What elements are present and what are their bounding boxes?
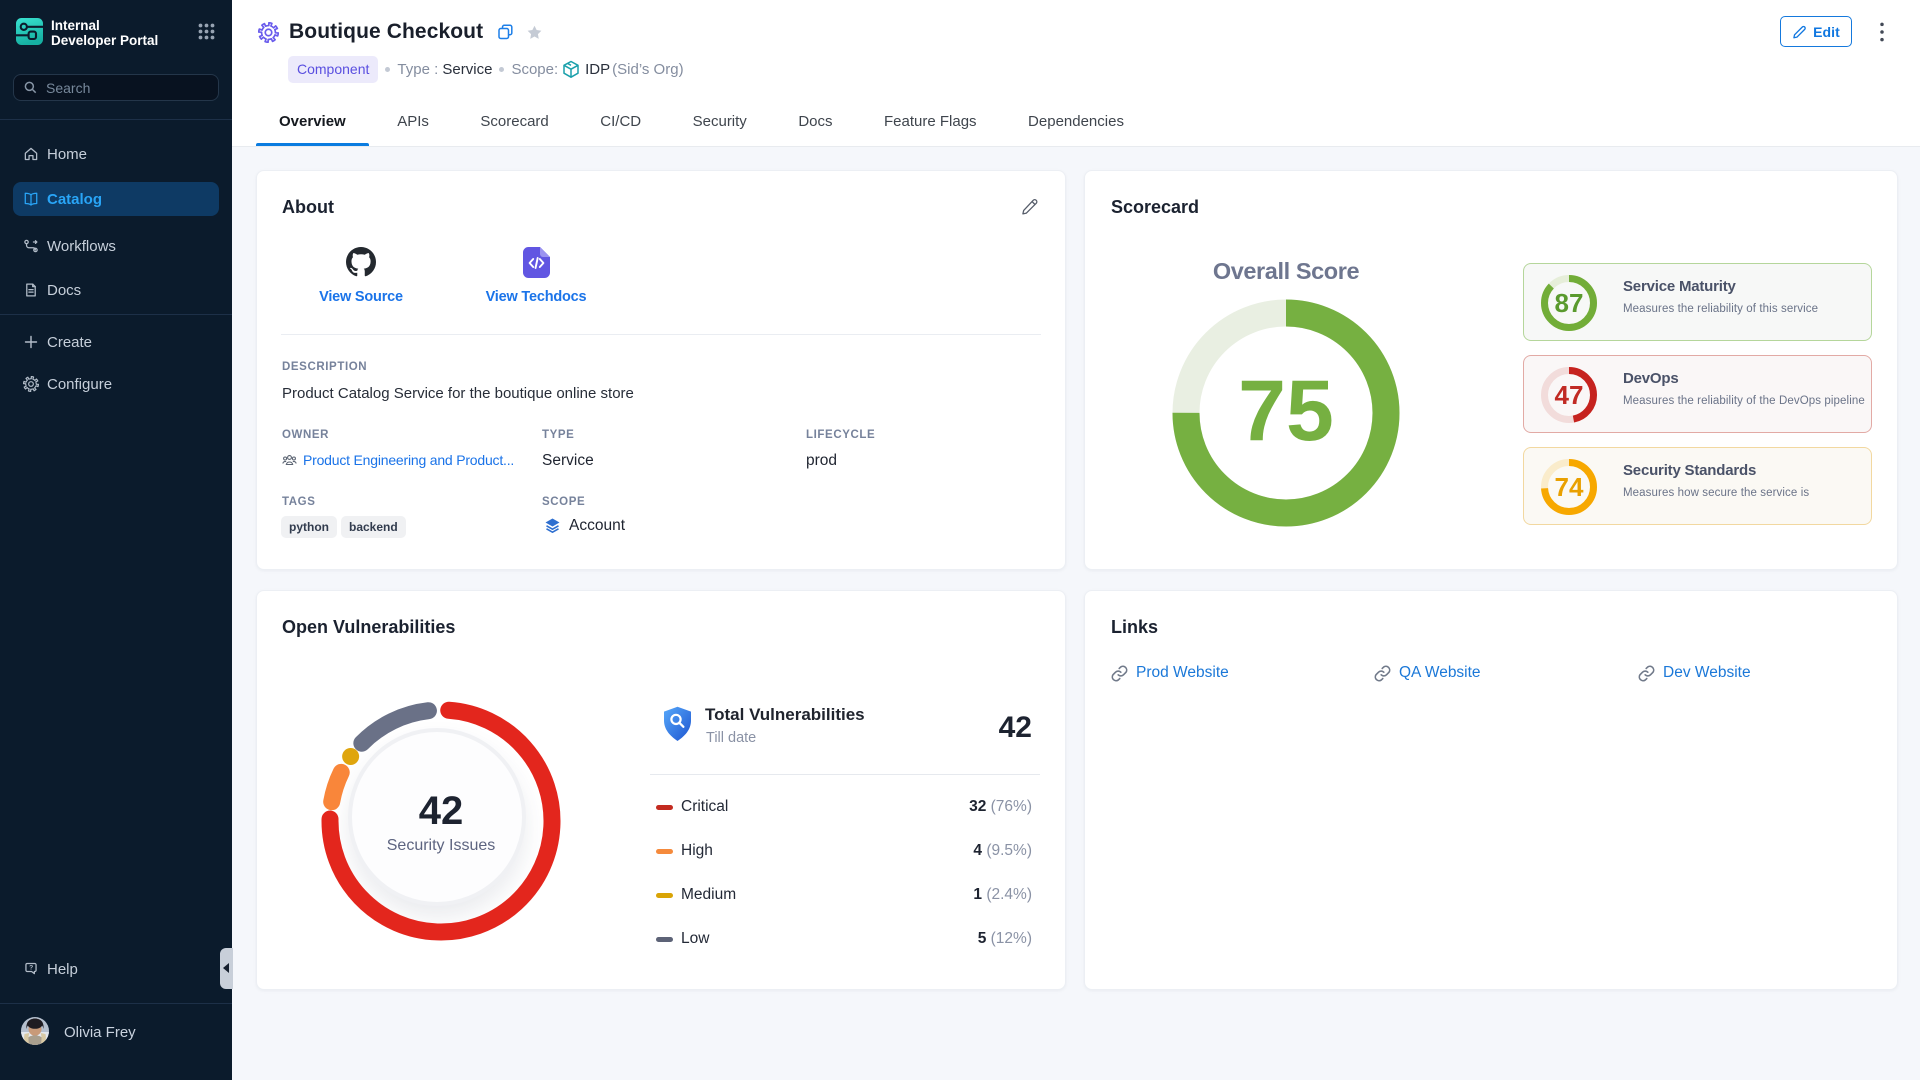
svg-text:87: 87 — [1555, 288, 1584, 318]
svg-text:?: ? — [29, 965, 33, 972]
svg-text:74: 74 — [1555, 472, 1584, 502]
svg-text:47: 47 — [1555, 380, 1584, 410]
svg-text:75: 75 — [1238, 363, 1334, 459]
